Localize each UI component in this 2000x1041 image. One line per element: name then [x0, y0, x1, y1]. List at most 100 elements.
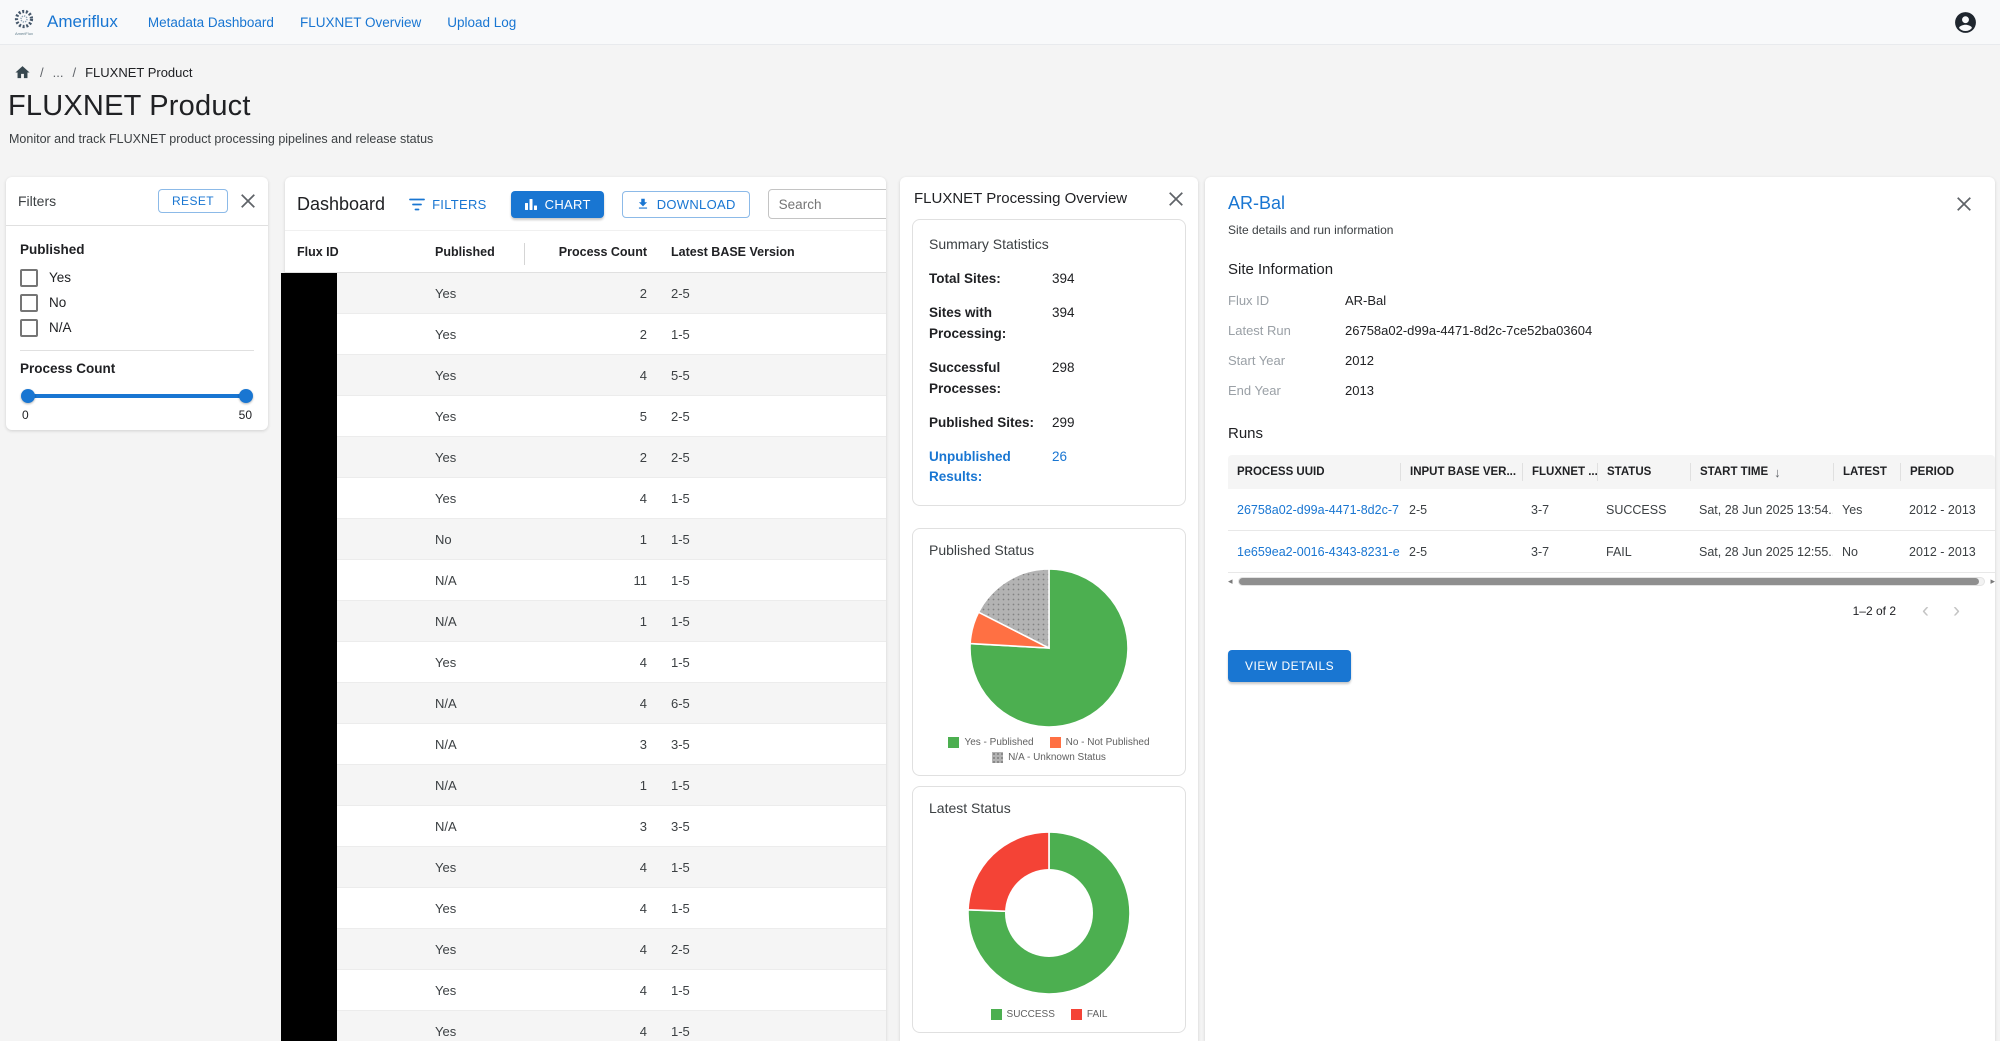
- scrollbar-thumb[interactable]: [1239, 578, 1979, 585]
- cell-input-base-version: 2-5: [1400, 545, 1522, 559]
- account-button[interactable]: [1953, 10, 1978, 35]
- reset-filters-button[interactable]: RESET: [158, 189, 228, 213]
- table-row[interactable]: Yes22-5: [285, 437, 886, 478]
- checkbox-yes[interactable]: [20, 269, 38, 287]
- table-row[interactable]: Yes45-5: [285, 355, 886, 396]
- legend-label: No - Not Published: [1066, 737, 1150, 748]
- table-row[interactable]: Yes41-5: [285, 888, 886, 929]
- runs-col-header-status[interactable]: STATUS: [1597, 463, 1690, 481]
- site-details-panel: AR-Bal Site details and run information …: [1205, 177, 1995, 1041]
- table-row[interactable]: Yes41-5: [285, 970, 886, 1011]
- field-start-year: Start Year2012: [1228, 353, 1972, 368]
- legend-item-fail: FAIL: [1071, 1009, 1108, 1020]
- cell-latest-base-version: 1-5: [657, 491, 886, 506]
- nav-link-metadata-dashboard[interactable]: Metadata Dashboard: [148, 15, 274, 30]
- nav-link-upload-log[interactable]: Upload Log: [447, 15, 516, 30]
- stat-published-sites: Published Sites:299: [929, 413, 1169, 434]
- search-input[interactable]: [768, 189, 886, 219]
- overview-title: FLUXNET Processing Overview: [914, 190, 1156, 207]
- table-row[interactable]: Yes41-5: [285, 642, 886, 683]
- table-row[interactable]: Yes21-5: [285, 314, 886, 355]
- process-uuid-link[interactable]: 1e659ea2-0016-4343-8231-e...: [1237, 545, 1400, 559]
- checkbox-n-a[interactable]: [20, 319, 38, 337]
- field-value: AR-Bal: [1345, 293, 1386, 308]
- table-row[interactable]: N/A111-5: [285, 560, 886, 601]
- close-filters-icon[interactable]: [240, 193, 256, 209]
- download-button[interactable]: DOWNLOAD: [622, 191, 750, 218]
- table-row[interactable]: N/A46-5: [285, 683, 886, 724]
- dashboard-table-header: Flux ID Published Process Count Latest B…: [285, 230, 886, 273]
- field-latest-run: Latest Run26758a02-d99a-4471-8d2c-7ce52b…: [1228, 323, 1972, 338]
- scroll-right-icon[interactable]: ▸: [1990, 576, 1995, 587]
- previous-page-icon[interactable]: ‹: [1910, 600, 1941, 621]
- next-page-icon[interactable]: ›: [1941, 600, 1972, 621]
- table-row[interactable]: Yes41-5: [285, 478, 886, 519]
- table-row[interactable]: No11-5: [285, 519, 886, 560]
- checkbox-label: No: [49, 295, 66, 310]
- checkbox-option-yes[interactable]: Yes: [20, 265, 254, 290]
- brand-link[interactable]: Ameriflux: [47, 12, 118, 32]
- chart-button[interactable]: CHART: [511, 191, 604, 218]
- close-site-panel-icon[interactable]: [1956, 196, 1972, 212]
- table-row[interactable]: Yes22-5: [285, 273, 886, 314]
- field-label: End Year: [1228, 383, 1345, 398]
- filters-button[interactable]: FILTERS: [403, 193, 493, 216]
- slider-min-handle[interactable]: [21, 389, 35, 403]
- legend-item-success: SUCCESS: [991, 1009, 1055, 1020]
- table-row[interactable]: Yes52-5: [285, 396, 886, 437]
- checkbox-no[interactable]: [20, 294, 38, 312]
- table-row[interactable]: Yes41-5: [285, 1011, 886, 1041]
- dashboard-title: Dashboard: [297, 194, 385, 215]
- runs-table-row: 1e659ea2-0016-4343-8231-e...2-53-7FAILSa…: [1228, 531, 1995, 573]
- nav-link-fluxnet-overview[interactable]: FLUXNET Overview: [300, 15, 421, 30]
- processing-overview-panel: FLUXNET Processing Overview Summary Stat…: [900, 177, 1198, 1041]
- runs-col-header-latest[interactable]: LATEST: [1833, 463, 1900, 481]
- scroll-left-icon[interactable]: ◂: [1228, 576, 1233, 587]
- slider-max-handle[interactable]: [239, 389, 253, 403]
- checkbox-option-n-a[interactable]: N/A: [20, 315, 254, 340]
- cell-process-count: 4: [525, 368, 657, 383]
- runs-col-header-period[interactable]: PERIOD: [1900, 463, 1995, 481]
- stat-unpublished-results[interactable]: Unpublished Results:26: [929, 447, 1169, 489]
- cell-process-uuid[interactable]: 26758a02-d99a-4471-8d2c-7...: [1228, 503, 1400, 517]
- ameriflux-logo[interactable]: AmeriFlux: [12, 9, 36, 36]
- latest-status-card: Latest Status SUCCESSFAIL: [912, 786, 1186, 1033]
- runs-col-header-fluxnet[interactable]: FLUXNET ...: [1522, 463, 1597, 481]
- cell-latest: Yes: [1833, 503, 1900, 517]
- cell-process-count: 1: [525, 532, 657, 547]
- home-icon[interactable]: [14, 64, 31, 81]
- table-row[interactable]: N/A33-5: [285, 806, 886, 847]
- view-details-button[interactable]: VIEW DETAILS: [1228, 650, 1351, 682]
- cell-published: Yes: [435, 327, 525, 342]
- runs-col-header-process-uuid[interactable]: PROCESS UUID: [1228, 463, 1400, 481]
- cell-process-uuid[interactable]: 1e659ea2-0016-4343-8231-e...: [1228, 545, 1400, 559]
- process-count-filter-label: Process Count: [20, 361, 254, 376]
- cell-latest-base-version: 1-5: [657, 573, 886, 588]
- cell-process-count: 2: [525, 450, 657, 465]
- breadcrumb: / ... / FLUXNET Product: [14, 64, 193, 81]
- table-row[interactable]: N/A33-5: [285, 724, 886, 765]
- table-row[interactable]: N/A11-5: [285, 765, 886, 806]
- runs-col-header-start-time[interactable]: START TIME↓: [1690, 463, 1833, 481]
- table-row[interactable]: Yes41-5: [285, 847, 886, 888]
- summary-statistics-title: Summary Statistics: [929, 236, 1169, 252]
- cell-published: Yes: [435, 491, 525, 506]
- process-uuid-link[interactable]: 26758a02-d99a-4471-8d2c-7...: [1237, 503, 1400, 517]
- cell-fluxnet-version: 3-7: [1522, 545, 1597, 559]
- cell-latest-base-version: 3-5: [657, 819, 886, 834]
- cell-latest-base-version: 6-5: [657, 696, 886, 711]
- checkbox-option-no[interactable]: No: [20, 290, 254, 315]
- stat-label: Total Sites:: [929, 269, 1052, 290]
- col-header-published: Published: [435, 245, 525, 259]
- runs-col-header-input-base-ver[interactable]: INPUT BASE VER...: [1400, 463, 1522, 481]
- legend-label: Yes - Published: [964, 737, 1033, 748]
- runs-title: Runs: [1228, 425, 1972, 442]
- close-overview-icon[interactable]: [1168, 191, 1184, 207]
- legend-chip: [992, 752, 1003, 763]
- horizontal-scrollbar: ◂ ▸: [1228, 576, 1995, 587]
- table-row[interactable]: Yes42-5: [285, 929, 886, 970]
- breadcrumb-ellipsis[interactable]: ...: [53, 65, 64, 80]
- table-row[interactable]: N/A11-5: [285, 601, 886, 642]
- summary-statistics-card: Summary Statistics Total Sites:394Sites …: [912, 219, 1186, 506]
- cell-published: Yes: [435, 1024, 525, 1039]
